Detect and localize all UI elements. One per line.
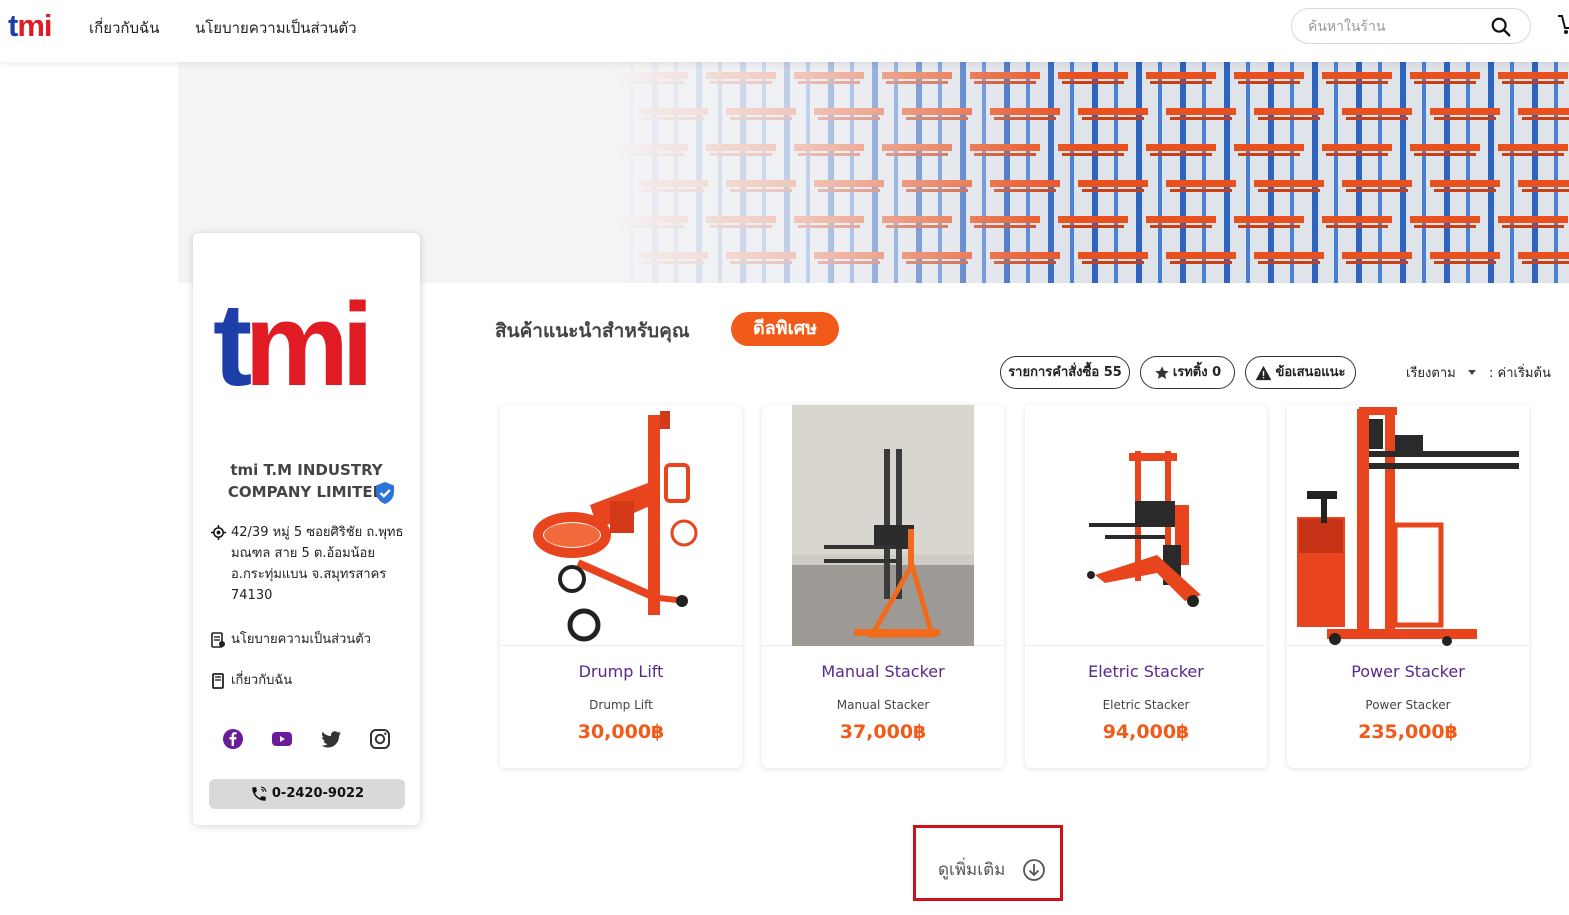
search-icon[interactable]	[1490, 16, 1512, 38]
special-deal-badge[interactable]: ดีลพิเศษ	[731, 312, 839, 346]
twitter-icon[interactable]	[319, 727, 343, 751]
product-image	[762, 405, 1004, 646]
cart-icon[interactable]	[1556, 12, 1569, 36]
product-subtitle: Manual Stacker	[836, 698, 930, 712]
feedback-pill[interactable]: ข้อเสนอแนะ	[1245, 356, 1356, 389]
product-price: 30,000฿	[577, 721, 665, 743]
about-label: เกี่ยวกับฉัน	[231, 673, 293, 688]
product-price: 37,000฿	[839, 721, 927, 743]
nav-about-link[interactable]: เกี่ยวกับฉัน	[89, 16, 160, 40]
shop-logo: tmi	[213, 279, 374, 411]
rating-pill[interactable]: เรทติ้ง 0	[1140, 356, 1235, 389]
star-icon	[1155, 365, 1169, 379]
product-image	[1025, 405, 1267, 646]
product-card[interactable]: Drump Lift Drump Lift 30,000฿	[500, 405, 742, 768]
product-card[interactable]: Eletric Stacker Eletric Stacker 94,000฿	[1025, 405, 1267, 768]
warning-icon	[1256, 365, 1272, 380]
product-card[interactable]: Power Stacker Power Stacker 235,000฿	[1287, 405, 1529, 768]
document-check-icon	[211, 631, 225, 648]
shop-info-card: tmi tmi T.M INDUSTRY COMPANY LIMITED 42/…	[193, 233, 420, 825]
top-navigation-bar: tmi เกี่ยวกับฉัน นโยบายความเป็นส่วนตัว	[0, 0, 1569, 62]
see-more-button[interactable]: ดูเพิ่มเติม	[913, 825, 1063, 901]
product-name[interactable]: Manual Stacker	[762, 662, 1004, 681]
arrow-down-circle-icon	[1023, 859, 1045, 881]
orders-count-pill[interactable]: รายการคำสั่งซื้อ 55	[1000, 356, 1130, 389]
orders-count-label: รายการคำสั่งซื้อ 55	[1008, 365, 1122, 380]
see-more-label: ดูเพิ่มเติม	[938, 860, 1006, 880]
shop-search-box	[1291, 8, 1531, 44]
instagram-icon[interactable]	[368, 727, 392, 751]
product-subtitle: Eletric Stacker	[1102, 698, 1190, 712]
tmi-logo[interactable]: tmi	[8, 10, 52, 42]
product-price: 235,000฿	[1358, 721, 1458, 743]
phone-number: 0-2420-9022	[271, 786, 365, 801]
book-icon	[212, 672, 224, 689]
rating-label: เรทติ้ง 0	[1172, 365, 1222, 380]
feedback-label: ข้อเสนอแนะ	[1275, 365, 1346, 380]
privacy-policy-label: นโยบายความเป็นส่วนตัว	[231, 632, 371, 647]
product-subtitle: Power Stacker	[1365, 698, 1451, 712]
shop-search-input[interactable]	[1308, 17, 1488, 37]
nav-privacy-link[interactable]: นโยบายความเป็นส่วนตัว	[195, 16, 357, 40]
chevron-down-icon[interactable]	[1468, 370, 1476, 375]
privacy-policy-link[interactable]: นโยบายความเป็นส่วนตัว	[211, 628, 371, 649]
about-link[interactable]: เกี่ยวกับฉัน	[211, 669, 292, 690]
product-image	[1287, 405, 1529, 646]
recommended-title: สินค้าแนะนำสำหรับคุณ	[495, 320, 690, 342]
product-card[interactable]: Manual Stacker Manual Stacker 37,000฿	[762, 405, 1004, 768]
product-subtitle: Drump Lift	[589, 698, 653, 712]
manual-stacker-image	[792, 405, 974, 646]
power-stacker-image	[1297, 407, 1519, 646]
sort-dropdown[interactable]: เรียงตาม	[1406, 362, 1456, 383]
electric-stacker-image	[1087, 451, 1201, 607]
youtube-icon[interactable]	[270, 727, 294, 751]
phone-icon	[252, 786, 267, 801]
product-image	[500, 405, 742, 646]
location-icon	[211, 525, 226, 540]
sort-value: : ค่าเริ่มต้น	[1489, 366, 1551, 381]
call-phone-button[interactable]: 0-2420-9022	[209, 779, 405, 809]
product-name[interactable]: Power Stacker	[1287, 662, 1529, 681]
product-price: 94,000฿	[1102, 721, 1190, 743]
shop-address: 42/39 หมู่ 5 ซอยศิริชัย ถ.พุทธมณฑล สาย 5…	[231, 525, 404, 603]
drum-lift-image	[533, 411, 698, 642]
product-name[interactable]: Eletric Stacker	[1025, 662, 1267, 681]
product-name[interactable]: Drump Lift	[500, 662, 742, 681]
verified-badge-icon	[376, 482, 394, 504]
facebook-icon[interactable]	[221, 727, 245, 751]
